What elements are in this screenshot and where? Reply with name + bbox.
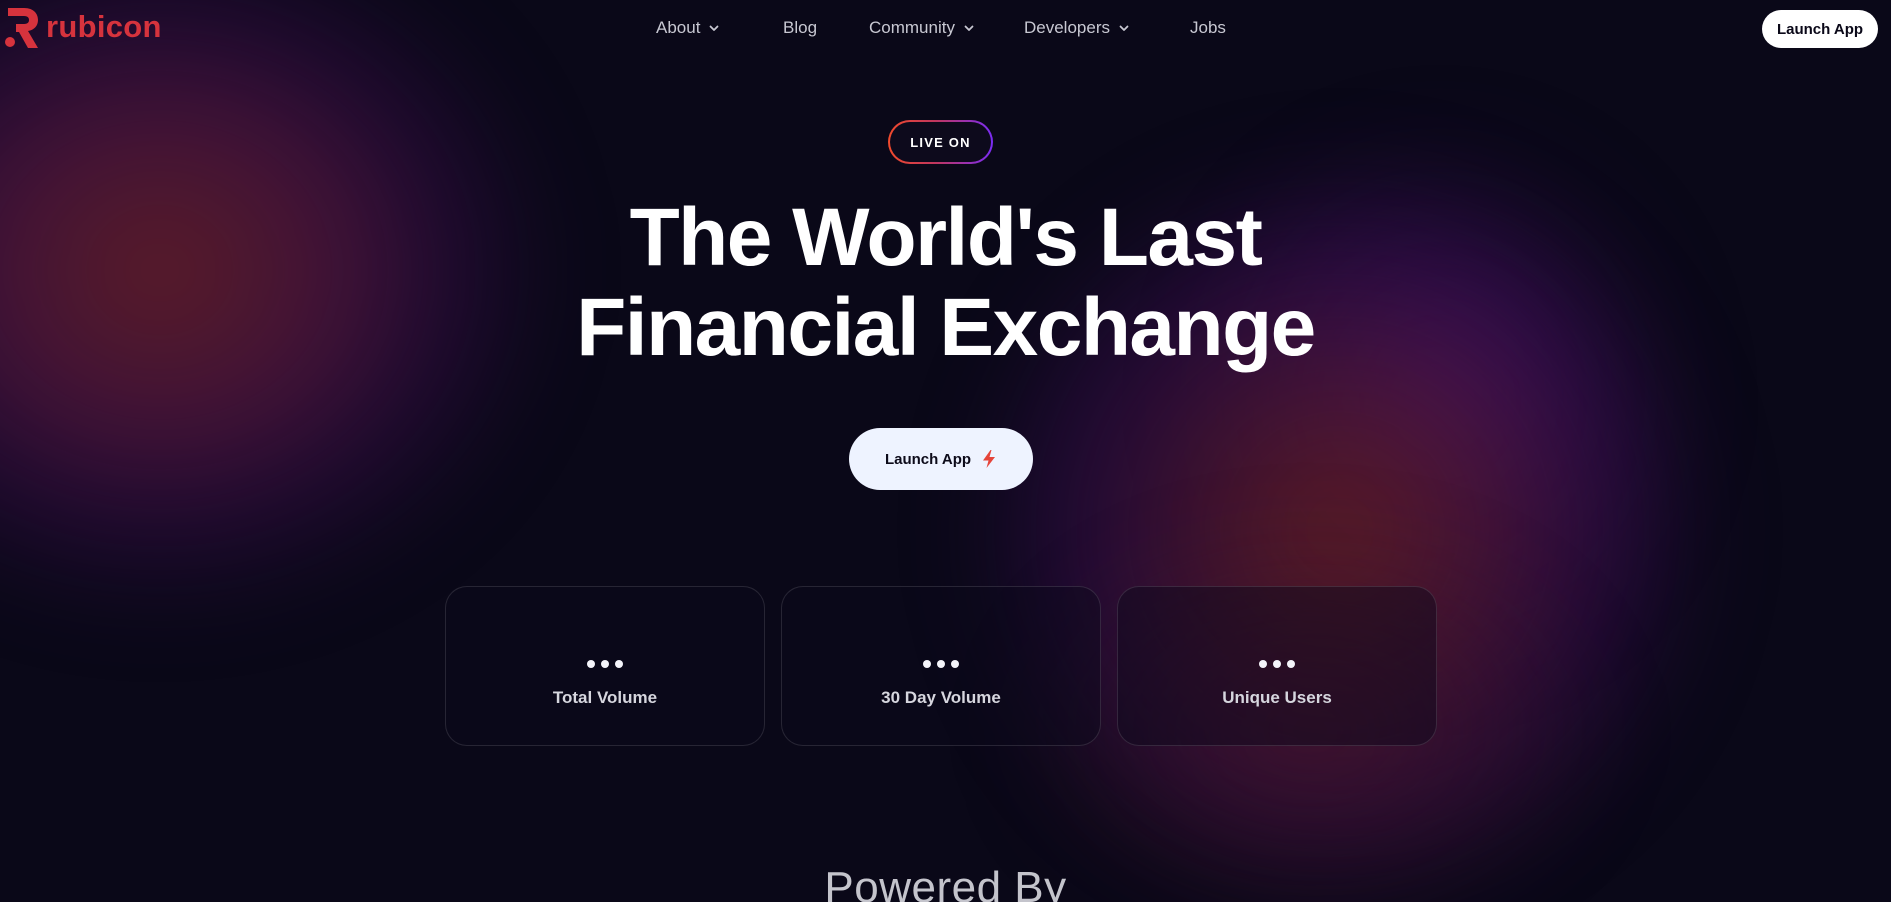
badge-label: LIVE ON	[890, 122, 991, 162]
nav-item-label: About	[656, 18, 701, 37]
nav-item-label: Community	[869, 18, 955, 37]
lightning-icon	[983, 450, 996, 468]
nav-item-jobs[interactable]: Jobs	[1190, 16, 1226, 40]
hero-headline: The World's Last Financial Exchange	[0, 193, 1891, 373]
stat-label: Unique Users	[1222, 688, 1332, 707]
loading-dots	[587, 660, 623, 668]
powered-by-heading: Powered By	[824, 863, 1067, 902]
chevron-down-icon	[710, 25, 719, 31]
chevron-down-icon	[964, 25, 974, 31]
headline-line-2: Financial Exchange	[576, 282, 1316, 373]
nav-item-label: Blog	[783, 18, 818, 37]
live-on-badge: LIVE ON	[888, 120, 993, 164]
cta-label: Launch App	[884, 450, 972, 468]
loading-dots	[923, 660, 959, 668]
nav-item-label: Developers	[1024, 18, 1110, 37]
stat-label: 30 Day Volume	[881, 688, 1001, 707]
nav-item-developers[interactable]: Developers	[1024, 16, 1130, 40]
headline-line-1: The World's Last	[629, 192, 1263, 283]
nav-item-about[interactable]: About	[656, 16, 720, 40]
hero-launch-app-button[interactable]: Launch App	[849, 428, 1033, 490]
chevron-down-icon	[1119, 25, 1129, 31]
nav-item-community[interactable]: Community	[869, 16, 975, 40]
main-nav: About Blog Community Developers Jobs	[0, 16, 1891, 40]
nav-item-label: Jobs	[1190, 18, 1226, 37]
nav-item-blog[interactable]: Blog	[783, 16, 817, 40]
stat-label: Total Volume	[552, 688, 658, 707]
launch-app-button[interactable]: Launch App	[1762, 10, 1878, 48]
loading-dots	[1259, 660, 1295, 668]
